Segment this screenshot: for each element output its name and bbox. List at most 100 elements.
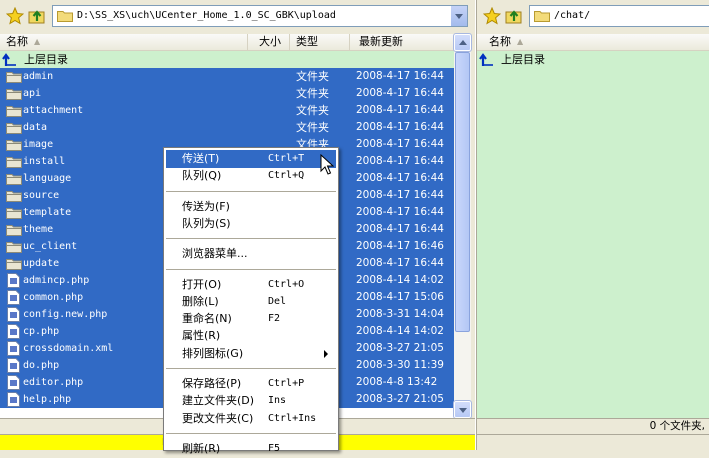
left-address-dropdown[interactable] — [450, 6, 467, 26]
submenu-arrow-icon — [324, 349, 328, 358]
folder-icon — [6, 89, 22, 100]
file-row[interactable]: attachment 文件夹 2008-4-17 16:44 — [0, 102, 454, 119]
file-icon — [7, 273, 20, 288]
file-date: 2008-4-17 16:44 — [356, 138, 444, 150]
right-list-header: 名称 ▲ — [477, 34, 709, 51]
folder-icon — [6, 106, 22, 117]
file-date: 2008-3-31 14:04 — [356, 308, 444, 320]
folder-icon — [6, 123, 22, 134]
menu-item[interactable]: 队列为(S) — [166, 215, 336, 233]
menu-item-shortcut: F5 — [268, 442, 281, 454]
folder-icon — [6, 208, 22, 219]
column-header-name[interactable]: 名称 ▲ — [0, 34, 248, 50]
folder-icon — [6, 191, 22, 202]
menu-item-label: 更改文件夹(C) — [182, 411, 254, 425]
menu-item-shortcut: Ins — [268, 395, 287, 407]
file-date: 2008-4-17 16:44 — [356, 172, 444, 184]
file-date: 2008-4-17 16:46 — [356, 240, 444, 252]
right-address-text: /chat/ — [554, 10, 591, 21]
file-date: 2008-4-17 15:06 — [356, 291, 444, 303]
column-header-date[interactable]: 最新更新 — [350, 34, 454, 50]
file-date: 2008-3-27 21:05 — [356, 342, 444, 354]
menu-item-label: 重命名(N) — [182, 312, 232, 326]
scroll-up-button[interactable] — [453, 33, 472, 52]
left-vertical-scrollbar[interactable] — [453, 33, 472, 419]
file-type: 文件夹 — [296, 104, 329, 117]
file-date: 2008-4-17 16:44 — [356, 87, 444, 99]
parent-directory-icon — [479, 53, 493, 66]
folder-icon — [6, 174, 22, 185]
menu-item[interactable]: 建立文件夹(D) Ins — [166, 392, 336, 410]
file-date: 2008-4-17 16:44 — [356, 223, 444, 235]
menu-item-label: 保存路径(P) — [182, 377, 242, 390]
sort-ascending-icon: ▲ — [34, 37, 41, 46]
right-address-bar[interactable]: /chat/ — [529, 5, 709, 27]
right-toolbar: /chat/ — [477, 0, 709, 32]
right-path-bar — [477, 434, 709, 450]
menu-item[interactable]: 保存路径(P) Ctrl+P — [166, 375, 336, 393]
menu-item[interactable]: 传送为(F) — [166, 198, 336, 216]
menu-item[interactable]: 打开(O) Ctrl+O — [166, 276, 336, 294]
folder-icon — [6, 242, 22, 253]
folder-icon — [534, 11, 550, 22]
file-icon — [7, 290, 20, 305]
menu-item[interactable]: 重命名(N) F2 — [166, 310, 336, 328]
file-row[interactable]: data 文件夹 2008-4-17 16:44 — [0, 119, 454, 136]
parent-directory-icon — [2, 53, 16, 66]
menu-item[interactable]: 更改文件夹(C) Ctrl+Ins — [166, 410, 336, 428]
menu-item-shortcut: Ctrl+Q — [268, 170, 305, 182]
folder-up-icon[interactable] — [505, 7, 523, 25]
menu-separator — [166, 238, 336, 240]
left-address-bar[interactable]: D:\SS_XS\uch\UCenter_Home_1.0_SC_GBK\upl… — [52, 5, 468, 27]
column-header-type[interactable]: 类型 — [290, 34, 350, 50]
star-icon[interactable] — [483, 7, 501, 25]
parent-directory-row[interactable]: 上层目录 — [0, 51, 454, 68]
column-header-size[interactable]: 大小 — [248, 34, 290, 50]
menu-item[interactable]: 排列图标(G) — [166, 345, 336, 363]
parent-directory-label: 上层目录 — [24, 53, 68, 66]
star-icon[interactable] — [6, 7, 24, 25]
menu-item[interactable]: 传送(T) Ctrl+T — [166, 150, 336, 168]
menu-item-shortcut: Del — [268, 295, 287, 307]
file-date: 2008-4-17 16:44 — [356, 104, 444, 116]
scroll-thumb[interactable] — [455, 52, 470, 332]
file-date: 2008-4-17 16:44 — [356, 70, 444, 82]
file-icon — [7, 375, 20, 390]
menu-item[interactable]: 队列(Q) Ctrl+Q — [166, 167, 336, 185]
file-date: 2008-4-17 16:44 — [356, 155, 444, 167]
file-type: 文件夹 — [296, 121, 329, 134]
left-address-text: D:\SS_XS\uch\UCenter_Home_1.0_SC_GBK\upl… — [77, 10, 336, 21]
menu-item-label: 刷新(R) — [182, 441, 221, 455]
menu-item-label: 属性(R) — [182, 329, 221, 343]
file-name: api — [4, 85, 244, 102]
scroll-down-button[interactable] — [453, 400, 472, 419]
folder-icon — [6, 259, 22, 270]
file-row[interactable]: api 文件夹 2008-4-17 16:44 — [0, 85, 454, 102]
menu-item-label: 传送(T) — [182, 152, 220, 165]
file-icon — [7, 358, 20, 373]
menu-item-shortcut: F2 — [268, 313, 281, 325]
menu-separator — [166, 268, 336, 270]
menu-item[interactable]: 刷新(R) F5 — [166, 440, 336, 458]
file-row[interactable]: admin 文件夹 2008-4-17 16:44 — [0, 68, 454, 85]
menu-item-shortcut: Ctrl+T — [268, 153, 305, 164]
menu-item-label: 排列图标(G) — [182, 346, 244, 360]
folder-icon — [57, 11, 73, 22]
file-date: 2008-4-14 14:02 — [356, 274, 444, 286]
parent-directory-row[interactable]: 上层目录 — [477, 51, 709, 68]
file-type: 文件夹 — [296, 87, 329, 100]
file-type: 文件夹 — [296, 70, 329, 83]
menu-item[interactable]: 删除(L) Del — [166, 293, 336, 311]
file-icon — [7, 392, 20, 407]
menu-item-shortcut: Ctrl+Ins — [268, 412, 317, 424]
menu-item[interactable]: 属性(R) — [166, 327, 336, 345]
right-pane: /chat/ 名称 ▲ 上层目录 0 个文件夹, — [477, 0, 709, 450]
folder-icon — [6, 140, 22, 151]
column-header-name[interactable]: 名称 ▲ — [477, 34, 709, 50]
right-file-list[interactable]: 上层目录 — [477, 51, 709, 418]
menu-item[interactable]: 浏览器菜单... — [166, 245, 336, 263]
file-name: data — [4, 119, 244, 136]
mouse-pointer-icon — [320, 154, 334, 175]
folder-up-icon[interactable] — [28, 7, 46, 25]
file-date: 2008-4-17 16:44 — [356, 189, 444, 201]
